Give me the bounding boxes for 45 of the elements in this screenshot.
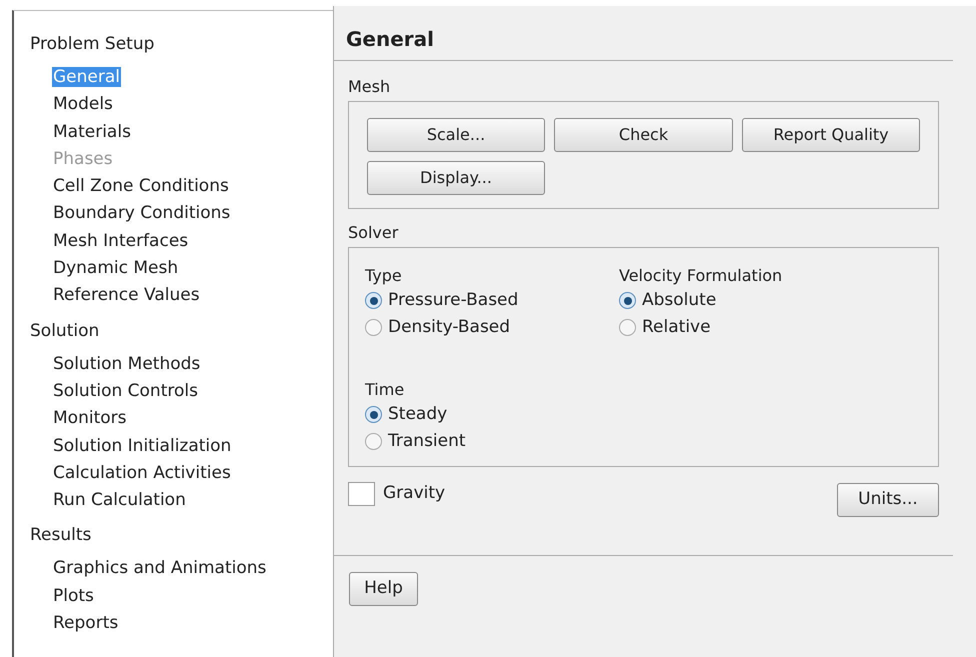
tree-item[interactable]: Cell Zone Conditions: [52, 176, 230, 196]
help-button[interactable]: Help: [349, 572, 418, 606]
mesh-button[interactable]: Report Quality: [742, 118, 920, 152]
tree-section-heading[interactable]: Results: [30, 522, 333, 550]
checkbox-label: Gravity: [383, 482, 446, 505]
radio-button[interactable]: [365, 406, 382, 423]
mesh-button[interactable]: Scale...: [367, 118, 545, 152]
tree-item[interactable]: Run Calculation: [52, 490, 187, 510]
panel-title: General: [345, 26, 435, 52]
radio-label: Density-Based: [388, 316, 510, 339]
tree-item[interactable]: Dynamic Mesh: [52, 258, 180, 278]
tree-item[interactable]: Materials: [52, 122, 132, 142]
tree-item[interactable]: Reference Values: [52, 285, 201, 306]
tree-item[interactable]: Plots: [52, 586, 95, 606]
radio-button[interactable]: [619, 292, 636, 309]
radio-button[interactable]: [619, 319, 636, 336]
radio-button[interactable]: [365, 433, 382, 450]
group-label: Type: [365, 265, 403, 287]
section-label: Mesh: [348, 77, 392, 97]
tree-section-heading[interactable]: Problem Setup: [30, 31, 333, 58]
units-button[interactable]: Units...: [837, 483, 939, 517]
mesh-button[interactable]: Check: [554, 118, 733, 152]
mesh-button[interactable]: Display...: [367, 161, 545, 195]
group-label: Time: [365, 379, 406, 401]
tree-item[interactable]: Solution Initialization: [52, 436, 232, 456]
section-label: Solver: [348, 223, 400, 243]
tree-item[interactable]: Calculation Activities: [52, 462, 232, 483]
tree-item[interactable]: Monitors: [52, 408, 128, 428]
radio-button[interactable]: [365, 292, 382, 309]
tree-item[interactable]: Boundary Conditions: [52, 203, 232, 224]
radio-label: Transient: [388, 430, 466, 453]
radio-label: Pressure-Based: [388, 288, 518, 312]
checkbox[interactable]: [348, 482, 375, 506]
tree-item[interactable]: Solution Controls: [52, 380, 199, 401]
radio-label: Absolute: [642, 288, 716, 312]
radio-label: Relative: [642, 316, 711, 339]
group-label: Velocity Formulation: [619, 265, 784, 287]
tree-section-heading[interactable]: Solution: [30, 318, 333, 345]
tree-item[interactable]: Models: [52, 94, 114, 114]
radio-label: Steady: [388, 402, 448, 426]
tree-item[interactable]: Graphics and Animations: [52, 558, 268, 578]
radio-button[interactable]: [365, 319, 382, 336]
tree-item[interactable]: Solution Methods: [52, 354, 202, 374]
tree-item[interactable]: Mesh Interfaces: [52, 230, 190, 251]
tree-item[interactable]: Reports: [52, 613, 120, 634]
